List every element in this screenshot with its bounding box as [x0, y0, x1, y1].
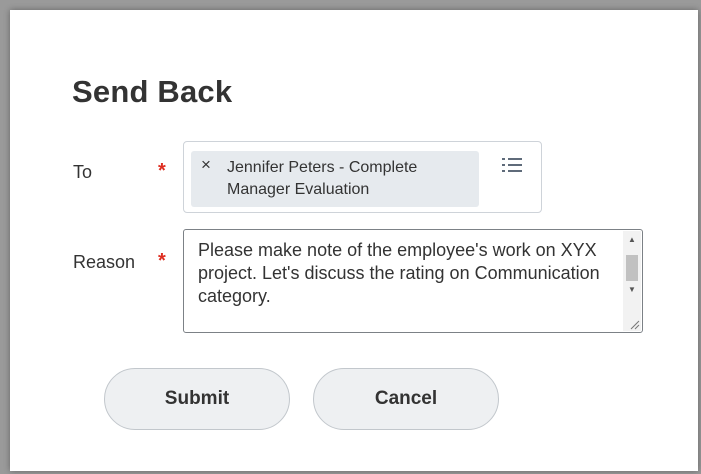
resize-grip-icon[interactable] — [628, 318, 640, 330]
reason-text: Please make note of the employee's work … — [198, 240, 600, 306]
selected-item-label: Jennifer Peters - Complete Manager Evalu… — [227, 159, 418, 198]
to-label: To — [73, 162, 93, 182]
send-back-dialog: Send Back To * × Jennifer Peters - Compl… — [10, 10, 698, 471]
submit-button[interactable]: Submit — [104, 368, 290, 430]
to-required-marker: * — [158, 160, 166, 182]
scroll-down-icon[interactable]: ▼ — [623, 283, 641, 297]
reason-textarea[interactable]: Please make note of the employee's work … — [183, 229, 643, 333]
to-field[interactable]: × Jennifer Peters - Complete Manager Eva… — [183, 141, 542, 213]
scroll-up-icon[interactable]: ▲ — [623, 233, 641, 247]
remove-item-icon[interactable]: × — [201, 155, 211, 175]
list-icon[interactable] — [501, 156, 523, 174]
reason-required-marker: * — [158, 250, 166, 272]
selected-item-pill: × Jennifer Peters - Complete Manager Eva… — [191, 151, 479, 207]
reason-label: Reason — [73, 252, 136, 272]
cancel-button[interactable]: Cancel — [313, 368, 499, 430]
dialog-title: Send Back — [72, 74, 233, 109]
reason-scrollbar[interactable]: ▲ ▼ — [623, 231, 641, 331]
scroll-thumb[interactable] — [626, 255, 638, 281]
